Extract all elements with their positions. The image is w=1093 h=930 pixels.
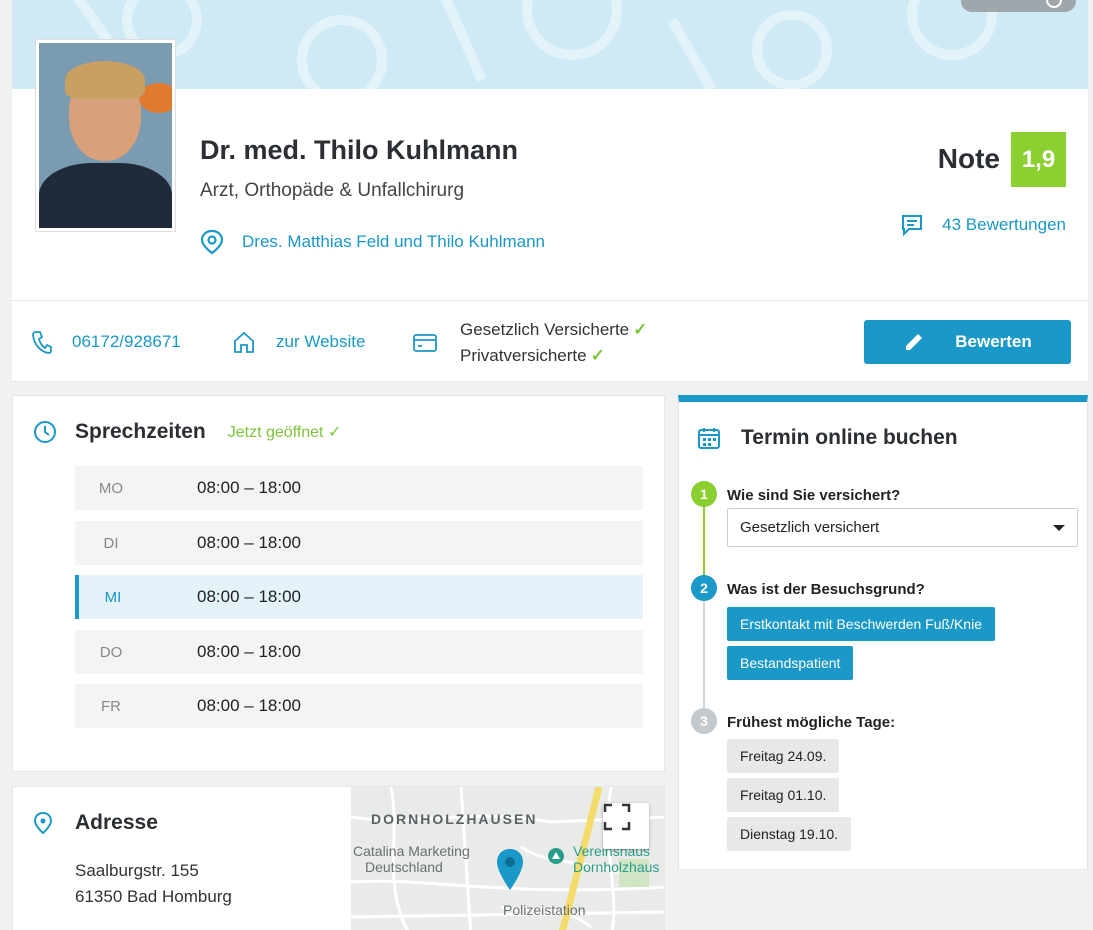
map-label-place2-line2: Dornholzhaus	[573, 859, 660, 875]
grade-label: Note	[937, 143, 1000, 174]
hours-row: DO 08:00 – 18:00	[75, 630, 643, 674]
clock-icon	[34, 421, 56, 443]
open-status: Jetzt geöffnet ✓	[227, 424, 342, 441]
doctor-photo	[35, 39, 176, 232]
hours-row: DI 08:00 – 18:00	[75, 521, 643, 565]
grade-badge: 1,9	[1011, 132, 1066, 187]
pencil-icon	[906, 334, 923, 350]
reviews-link[interactable]: 43 Bewertungen	[900, 213, 1066, 237]
map-label-district: DORNHOLZHAUSEN	[371, 811, 538, 827]
check-icon: ✓	[633, 320, 648, 339]
location-pin-icon	[200, 229, 224, 255]
insurance-card-icon	[413, 334, 437, 352]
reviews-count: 43 Bewertungen	[942, 215, 1066, 234]
profile-card: Dr. med. Thilo Kuhlmann Arzt, Orthopäde …	[12, 39, 1088, 382]
map-label-place1-line2: Deutschland	[365, 859, 443, 875]
address-title: Adresse	[75, 811, 158, 834]
available-day[interactable]: Freitag 01.10.	[727, 778, 840, 812]
home-icon	[234, 331, 254, 353]
practice-name: Dres. Matthias Feld und Thilo Kuhlmann	[242, 232, 546, 251]
available-day[interactable]: Freitag 24.09.	[727, 739, 840, 773]
insurance-select-value: Gesetzlich versichert	[740, 519, 880, 536]
phone-number: 06172/928671	[72, 332, 181, 351]
address-street: Saalburgstr. 155	[75, 861, 199, 880]
insurance-statutory: Gesetzlich Versicherte ✓	[460, 320, 648, 339]
contact-row: 06172/928671 zur Website Gesetzlich Vers…	[12, 301, 1088, 382]
practice-link[interactable]: Dres. Matthias Feld und Thilo Kuhlmann	[200, 229, 545, 255]
visit-reason-option[interactable]: Bestandspatient	[727, 646, 854, 680]
address-city: 61350 Bad Homburg	[75, 887, 232, 906]
location-pin-icon	[33, 811, 53, 835]
doctor-specialty: Arzt, Orthopäde & Unfallchirurg	[200, 180, 465, 201]
check-icon: ✓	[590, 346, 605, 365]
calendar-icon	[698, 428, 720, 449]
step-1-label: Wie sind Sie versichert?	[727, 487, 901, 504]
step-2-label: Was ist der Besuchsgrund?	[727, 581, 925, 598]
hours-row: FR 08:00 – 18:00	[75, 684, 643, 728]
booking-header: Termin online buchen	[697, 426, 958, 450]
chevron-down-icon	[1053, 524, 1065, 531]
step-1-badge: 1	[691, 481, 717, 507]
address-card: Adresse Saalburgstr. 155 61350 Bad Hombu…	[12, 786, 665, 930]
hours-title: Sprechzeiten	[75, 420, 206, 443]
visit-reason-option[interactable]: Erstkontakt mit Beschwerden Fuß/Knie	[727, 607, 995, 641]
map[interactable]: DORNHOLZHAUSEN Catalina Marketing Deutsc…	[351, 787, 664, 930]
opening-hours-card: Sprechzeiten Jetzt geöffnet ✓ MO 08:00 – …	[12, 395, 665, 772]
fullscreen-button[interactable]	[603, 803, 649, 849]
poi-icon	[548, 848, 564, 864]
map-marker-icon[interactable]	[495, 847, 525, 892]
booking-title: Termin online buchen	[741, 426, 958, 449]
insurance-private: Privatversicherte ✓	[460, 346, 605, 365]
fullscreen-icon	[603, 803, 631, 831]
check-icon: ✓	[327, 424, 342, 441]
step-connector	[703, 594, 705, 722]
insurance-select[interactable]: Gesetzlich versichert	[727, 508, 1078, 547]
map-label-place3: Polizeistation	[503, 902, 586, 918]
hours-row: MO 08:00 – 18:00	[75, 466, 643, 510]
banner-toggle[interactable]	[961, 0, 1076, 12]
step-2-badge: 2	[691, 575, 717, 601]
booking-card: Termin online buchen 1 Wie sind Sie vers…	[678, 395, 1088, 870]
rate-button-label: Bewerten	[955, 332, 1032, 351]
comment-icon	[902, 215, 923, 237]
insurance-info: Gesetzlich Versicherte ✓ Privatversichert…	[412, 317, 647, 369]
website-label: zur Website	[276, 332, 366, 351]
step-3-badge: 3	[691, 708, 717, 734]
phone-icon	[32, 331, 52, 354]
step-connector	[703, 494, 705, 581]
step-3-label: Frühest mögliche Tage:	[727, 714, 896, 731]
doctor-name: Dr. med. Thilo Kuhlmann	[200, 135, 519, 165]
map-label-place1: Catalina Marketing	[353, 843, 470, 859]
website-link[interactable]: zur Website	[232, 330, 365, 354]
address-header: Adresse	[33, 811, 158, 835]
available-day[interactable]: Dienstag 19.10.	[727, 817, 852, 851]
rate-button[interactable]: Bewerten	[864, 320, 1071, 364]
hours-row-today: MI 08:00 – 18:00	[75, 575, 643, 619]
hours-header: Sprechzeiten Jetzt geöffnet ✓	[33, 420, 341, 444]
phone-link[interactable]: 06172/928671	[32, 330, 181, 354]
